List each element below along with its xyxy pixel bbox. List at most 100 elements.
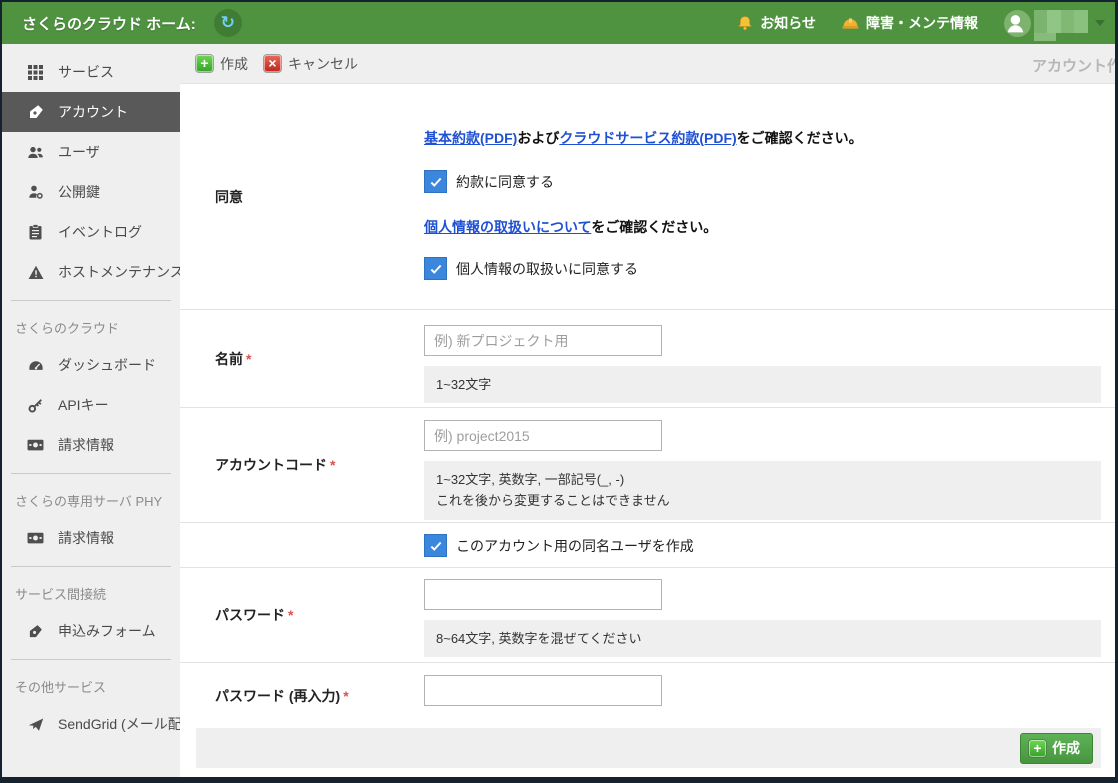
key-icon <box>26 398 45 413</box>
account-code-hint-line1: 1~32文字, 英数字, 一部記号(_, -) <box>436 469 1089 490</box>
required-mark: * <box>330 457 335 473</box>
sidebar-item-label: 公開鍵 <box>58 182 100 202</box>
user-key-icon <box>26 184 45 200</box>
sidebar-section-cloud: さくらのクラウド <box>2 309 180 345</box>
required-mark: * <box>343 688 348 704</box>
terms-agree-label: 約款に同意する <box>456 172 554 192</box>
cancel-label: キャンセル <box>288 54 358 74</box>
plus-icon: + <box>196 55 213 72</box>
privacy-agree-checkbox[interactable] <box>424 257 447 280</box>
privacy-policy-link[interactable]: 個人情報の取扱いについて <box>424 219 591 235</box>
sidebar-item-dashboard[interactable]: ダッシュボード <box>2 345 180 385</box>
bill-icon <box>26 439 45 451</box>
incident-menu[interactable]: 障害・メンテ情報 <box>842 13 978 33</box>
sidebar-item-billing-cloud[interactable]: 請求情報 <box>2 425 180 465</box>
sidebar-item-account[interactable]: アカウント <box>2 92 180 132</box>
create-label: 作成 <box>220 54 248 74</box>
window-border-left <box>0 0 2 777</box>
sidebar-item-public-key[interactable]: 公開鍵 <box>2 172 180 212</box>
agreement-row: 同意 基本約款(PDF)およびクラウドサービス約款(PDF)をご確認ください。 … <box>180 84 1115 310</box>
sidebar-item-label: APIキー <box>58 395 109 415</box>
sidebar-item-application-form[interactable]: 申込みフォーム <box>2 611 180 651</box>
window-border-bottom <box>0 777 1118 783</box>
submit-create-button[interactable]: + 作成 <box>1020 733 1093 764</box>
sidebar-item-label: ダッシュボード <box>58 355 156 375</box>
sidebar-item-label: アカウント <box>58 102 128 122</box>
sidebar-item-label: 請求情報 <box>58 528 114 548</box>
create-button[interactable]: + 作成 <box>196 54 248 74</box>
sidebar-section-other: その他サービス <box>2 668 180 704</box>
privacy-agree-label: 個人情報の取扱いに同意する <box>456 259 638 279</box>
account-code-row: アカウントコード* 1~32文字, 英数字, 一部記号(_, -) これを後から… <box>180 408 1115 523</box>
sidebar-section-phy: さくらの専用サーバ PHY <box>2 482 180 518</box>
account-create-form: 同意 基本約款(PDF)およびクラウドサービス約款(PDF)をご確認ください。 … <box>180 84 1115 768</box>
app-title: さくらのクラウド ホーム: <box>22 13 196 34</box>
hard-hat-icon <box>842 16 859 30</box>
terms-instruction: 基本約款(PDF)およびクラウドサービス約款(PDF)をご確認ください。 <box>424 128 1101 148</box>
account-code-hint-line2: これを後から変更することはできません <box>436 490 1089 511</box>
sidebar-item-services[interactable]: サービス <box>2 52 180 92</box>
sidebar-item-billing-phy[interactable]: 請求情報 <box>2 518 180 558</box>
terms-agree-checkbox[interactable] <box>424 170 447 193</box>
grid-icon <box>26 65 45 80</box>
name-hint: 1~32文字 <box>424 366 1101 403</box>
password-confirm-row: パスワード (再入力)* <box>180 663 1115 728</box>
plus-icon: + <box>1029 740 1046 757</box>
password-input[interactable] <box>424 579 662 610</box>
bill-icon <box>26 532 45 544</box>
sidebar: サービス アカウント ユーザ 公開鍵 イベントログ ホストメンテナンス さくらの… <box>2 44 180 777</box>
check-icon <box>429 175 443 189</box>
sidebar-item-sendgrid[interactable]: SendGrid (メール配信) <box>2 704 180 744</box>
notice-menu[interactable]: お知らせ <box>737 13 816 33</box>
paper-plane-icon <box>26 717 45 732</box>
sidebar-divider <box>11 300 171 301</box>
password-row: パスワード* 8~64文字, 英数字を混ぜてください <box>180 568 1115 663</box>
close-icon: × <box>264 55 281 72</box>
pen-nib-icon <box>26 624 45 639</box>
name-input[interactable] <box>424 325 662 356</box>
same-user-checkbox[interactable] <box>424 534 447 557</box>
chevron-down-icon <box>1095 20 1105 26</box>
privacy-instruction-tail: をご確認ください。 <box>591 219 717 235</box>
sidebar-item-label: サービス <box>58 62 114 82</box>
password-confirm-label: パスワード (再入力) <box>215 686 340 706</box>
terms-pdf-link[interactable]: 基本約款(PDF) <box>424 130 517 146</box>
sidebar-item-label: ユーザ <box>58 142 100 162</box>
refresh-button[interactable]: ↻ <box>214 9 242 37</box>
account-code-input[interactable] <box>424 420 662 451</box>
password-label: パスワード <box>215 605 285 625</box>
refresh-icon: ↻ <box>221 13 235 33</box>
user-menu[interactable] <box>1004 6 1105 40</box>
sidebar-item-label: SendGrid (メール配信) <box>58 714 200 734</box>
cloud-terms-pdf-link[interactable]: クラウドサービス約款(PDF) <box>559 130 736 146</box>
sidebar-item-label: 申込みフォーム <box>58 621 156 641</box>
form-footer: + 作成 <box>196 728 1101 768</box>
user-name-blurred <box>1034 6 1090 40</box>
warning-triangle-icon <box>26 265 45 280</box>
check-icon <box>429 539 443 553</box>
pen-nib-icon <box>26 104 45 120</box>
same-user-label: このアカウント用の同名ユーザを作成 <box>456 536 694 556</box>
sidebar-item-label: 請求情報 <box>58 435 114 455</box>
account-code-hint: 1~32文字, 英数字, 一部記号(_, -) これを後から変更することはできま… <box>424 461 1101 520</box>
incident-label: 障害・メンテ情報 <box>866 13 978 33</box>
terms-instruction-tail: をご確認ください。 <box>737 130 863 146</box>
action-toolbar: + 作成 × キャンセル アカウント作成 <box>180 44 1115 84</box>
name-row: 名前* 1~32文字 <box>180 310 1115 408</box>
sidebar-item-api-key[interactable]: APIキー <box>2 385 180 425</box>
sidebar-item-users[interactable]: ユーザ <box>2 132 180 172</box>
submit-create-label: 作成 <box>1052 738 1080 758</box>
password-confirm-input[interactable] <box>424 675 662 706</box>
password-hint: 8~64文字, 英数字を混ぜてください <box>424 620 1101 657</box>
gauge-icon <box>26 359 45 372</box>
account-code-label: アカウントコード <box>215 455 327 475</box>
sidebar-item-event-log[interactable]: イベントログ <box>2 212 180 252</box>
sidebar-item-host-maintenance[interactable]: ホストメンテナンス <box>2 252 180 292</box>
sidebar-item-label: ホストメンテナンス <box>58 262 184 282</box>
required-mark: * <box>288 607 293 623</box>
cancel-button[interactable]: × キャンセル <box>264 54 358 74</box>
privacy-instruction: 個人情報の取扱いについてをご確認ください。 <box>424 217 1101 237</box>
agreement-label: 同意 <box>180 84 424 309</box>
page-title: アカウント作成 <box>1032 55 1115 76</box>
bell-icon <box>737 15 753 31</box>
